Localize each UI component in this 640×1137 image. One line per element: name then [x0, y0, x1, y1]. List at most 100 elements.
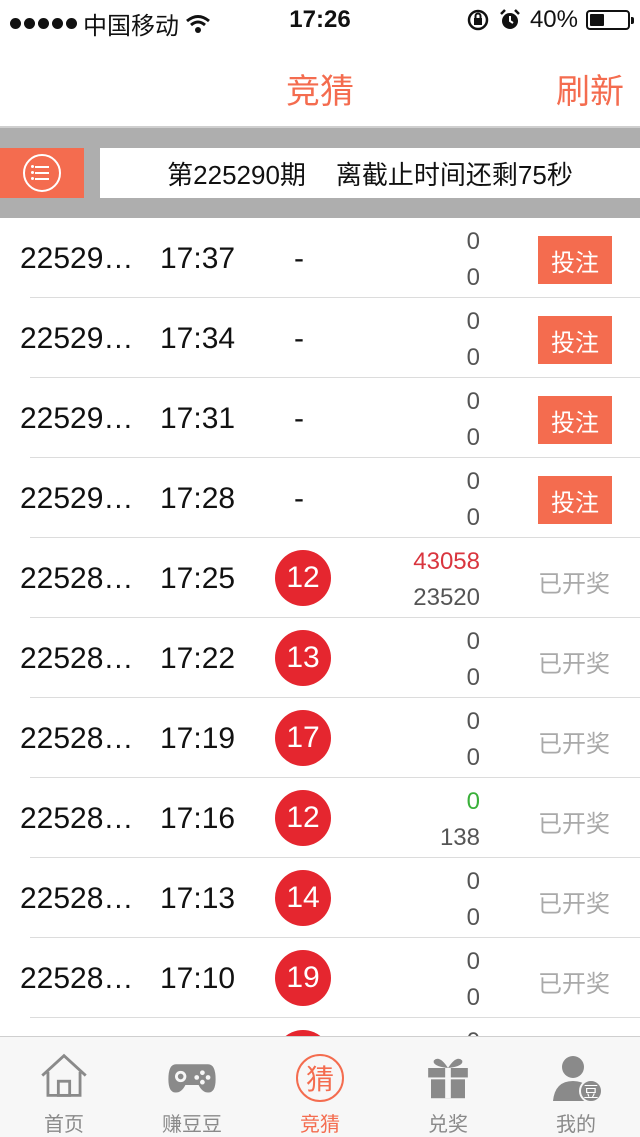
bet-amount-top: 0	[467, 1028, 480, 1036]
round-id: 22528…	[20, 562, 134, 595]
tab-label: 赚豆豆	[162, 1114, 222, 1136]
tab-label: 兑奖	[428, 1114, 468, 1136]
round-id: 22528…	[20, 882, 134, 915]
table-row: 22528… 17:19 17 0 0 已开奖	[0, 698, 640, 778]
round-list[interactable]: 22529… 17:37 - 0 0 投注 22529… 17:34 - 0 0 投注 22529… 17…	[0, 218, 640, 1036]
list-menu-button[interactable]	[0, 148, 84, 198]
tab-mine[interactable]: 豆 我的	[512, 1037, 640, 1137]
tab-label: 我的	[556, 1114, 596, 1136]
bet-amount-top: 43058	[413, 548, 480, 575]
issue-countdown: 离截止时间还剩75秒	[335, 159, 573, 190]
round-time: 17:34	[160, 322, 236, 355]
drawn-status: 已开奖	[538, 731, 610, 758]
user-icon: 豆	[549, 1051, 603, 1103]
tab-bar: 首页 赚豆豆 猜 竞猜 兑奖 豆 我的	[0, 1036, 640, 1137]
bet-button[interactable]: 投注	[538, 236, 612, 284]
tab-redeem[interactable]: 兑奖	[384, 1037, 512, 1137]
bet-amount-top: 0	[466, 468, 480, 495]
result-ball: 12	[275, 790, 331, 846]
guess-icon: 猜	[296, 1054, 344, 1102]
drawn-status: 已开奖	[538, 811, 610, 838]
bet-amount-bottom: 0	[466, 504, 480, 531]
status-right: 40%	[466, 6, 634, 34]
table-row: 22529… 17:31 - 0 0 投注	[0, 378, 640, 458]
status-bar: 中国移动 17:26 40%	[0, 0, 640, 40]
round-id: 22528…	[20, 722, 134, 755]
refresh-button[interactable]: 刷新	[556, 64, 624, 113]
gamepad-icon	[168, 1064, 216, 1093]
round-time: 17:10	[160, 962, 236, 995]
gift-icon	[428, 1058, 468, 1099]
bean-badge: 豆	[583, 1084, 599, 1101]
page-title: 竞猜	[286, 73, 354, 111]
drawn-status: 已开奖	[538, 891, 610, 918]
round-time: 17:13	[160, 882, 236, 915]
table-row: 22528… 17:13 14 0 0 已开奖	[0, 858, 640, 938]
round-id: 22528…	[20, 802, 134, 835]
issue-info: 第225290期 离截止时间还剩75秒	[100, 148, 640, 198]
round-id: 22529…	[20, 402, 134, 435]
table-row: 22528… 17:16 12 0 138 已开奖	[0, 778, 640, 858]
drawn-status: 已开奖	[538, 571, 610, 598]
round-id: 22528…	[20, 962, 134, 995]
battery-icon	[586, 10, 634, 30]
table-row: 22529… 17:28 - 0 0 投注	[0, 458, 640, 538]
round-id: 22528…	[20, 642, 134, 675]
bet-amount-top: 0	[466, 708, 480, 735]
home-icon	[41, 1053, 87, 1097]
bet-amount-bottom: 0	[466, 264, 480, 291]
tab-guess[interactable]: 猜 竞猜	[256, 1037, 384, 1137]
bet-amount-top: 0	[466, 868, 480, 895]
bet-amount-bottom: 0	[466, 744, 480, 771]
issue-bar: 第225290期 离截止时间还剩75秒	[0, 128, 640, 218]
bet-amount-top: 0	[466, 948, 480, 975]
round-result: -	[294, 242, 304, 275]
tab-earn-beans[interactable]: 赚豆豆	[128, 1037, 256, 1137]
table-row: 22528… 17:22 13 0 0 已开奖	[0, 618, 640, 698]
issue-number: 第225290期	[167, 159, 306, 190]
battery-percent: 40%	[529, 6, 578, 33]
round-time: 17:16	[160, 802, 236, 835]
bet-amount-bottom: 0	[466, 664, 480, 691]
bet-amount-bottom: 0	[466, 904, 480, 931]
bet-amount-bottom: 0	[466, 984, 480, 1011]
bet-button[interactable]: 投注	[538, 396, 612, 444]
bet-amount-top: 0	[466, 788, 480, 815]
drawn-status: 已开奖	[538, 971, 610, 998]
result-ball: 12	[275, 550, 331, 606]
alarm-icon	[500, 9, 520, 29]
round-time: 17:31	[160, 402, 236, 435]
round-id: 22529…	[20, 242, 134, 275]
table-row: 22528… 17:10 19 0 0 已开奖	[0, 938, 640, 1018]
rotation-lock-icon	[467, 9, 489, 31]
result-ball: 13	[275, 630, 331, 686]
bet-amount-top: 0	[466, 388, 480, 415]
drawn-status: 已开奖	[538, 651, 610, 678]
round-time: 17:22	[160, 642, 236, 675]
tab-label: 竞猜	[300, 1114, 340, 1136]
navigation-bar: 竞猜 刷新	[0, 40, 640, 128]
bet-amount-top: 0	[466, 308, 480, 335]
round-id: 22529…	[20, 322, 134, 355]
result-ball: 14	[275, 870, 331, 926]
list-icon	[23, 154, 61, 192]
round-result: -	[294, 482, 304, 515]
result-ball: 19	[275, 950, 331, 1006]
round-time: 17:25	[160, 562, 236, 595]
table-row: 22529… 17:37 - 0 0 投注	[0, 218, 640, 298]
round-result: -	[294, 322, 304, 355]
table-row: 22529… 17:34 - 0 0 投注	[0, 298, 640, 378]
guess-glyph: 猜	[305, 1064, 334, 1095]
tab-home[interactable]: 首页	[0, 1037, 128, 1137]
table-row: 22528… 17:25 12 43058 23520 已开奖	[0, 538, 640, 618]
table-row: 22528…17:0700已开奖	[0, 1018, 640, 1036]
bet-amount-bottom: 0	[466, 424, 480, 451]
bet-button[interactable]: 投注	[538, 316, 612, 364]
bet-amount-bottom: 23520	[413, 584, 480, 611]
bet-button[interactable]: 投注	[538, 476, 612, 524]
tab-label: 首页	[44, 1114, 84, 1136]
round-id: 22529…	[20, 482, 134, 515]
result-ball: 17	[275, 710, 331, 766]
round-time: 17:19	[160, 722, 236, 755]
bet-amount-top: 0	[466, 628, 480, 655]
